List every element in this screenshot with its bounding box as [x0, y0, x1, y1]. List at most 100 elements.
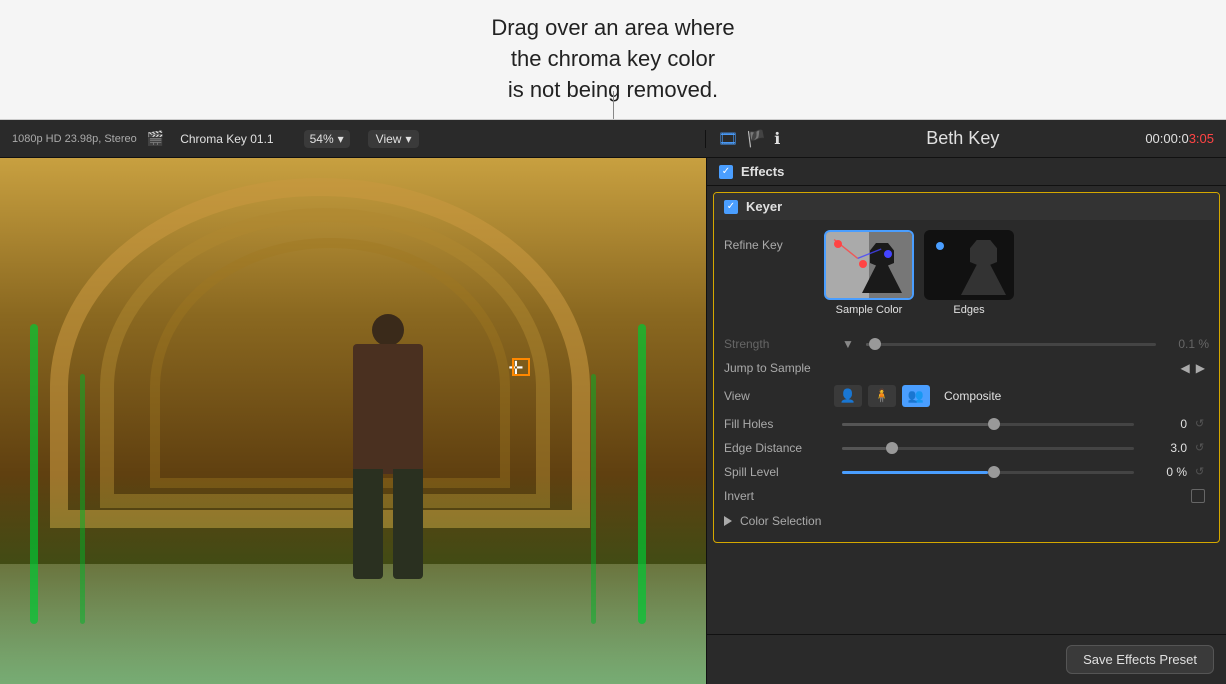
edge-distance-fill	[842, 447, 886, 450]
person-leg-right	[393, 469, 423, 579]
edge-distance-row: Edge Distance 3.0 ↺	[724, 436, 1209, 460]
spill-level-thumb	[988, 466, 1000, 478]
timecode-start: 00:00:0	[1145, 131, 1188, 146]
effects-title: Effects	[741, 164, 784, 179]
keyer-header: ✓ Keyer	[714, 193, 1219, 220]
content-area: ✛ ⊡ ⊹ ⊚ ▶ 00:00:01:09 ⤢	[0, 158, 1226, 684]
strength-icon: ▼	[842, 337, 854, 351]
zoom-level: 54%	[310, 132, 334, 146]
zoom-dropdown-icon: ▾	[338, 132, 344, 146]
edge-distance-slider[interactable]	[842, 447, 1134, 450]
jump-to-sample-row: Jump to Sample ◀ ▶	[724, 356, 1209, 380]
sample-color-container: Sample Color	[824, 230, 914, 316]
strength-value: 0.1 %	[1164, 337, 1209, 351]
invert-row: Invert	[724, 484, 1209, 508]
timecode-end: 3:05	[1189, 131, 1214, 146]
refine-thumbnails: Sample Color Edges	[824, 230, 1014, 316]
selection-box	[512, 358, 530, 376]
view-option-1[interactable]: 👤	[834, 385, 862, 407]
video-preview[interactable]: ✛ ⊡ ⊹ ⊚ ▶ 00:00:01:09 ⤢	[0, 158, 706, 684]
edge-distance-label: Edge Distance	[724, 441, 834, 455]
strength-row: Strength ▼ 0.1 %	[724, 332, 1209, 356]
edges-thumb[interactable]	[924, 230, 1014, 300]
info-icon[interactable]: ℹ	[774, 129, 780, 149]
edges-label: Edges	[953, 304, 984, 316]
fill-holes-thumb	[988, 418, 1000, 430]
person-head	[372, 314, 404, 346]
header-timecode: 00:00:03:05	[1145, 131, 1214, 146]
view-dropdown-icon: ▾	[405, 132, 411, 146]
flag-icon[interactable]: 🏴	[746, 129, 766, 149]
person-body	[353, 344, 423, 474]
view-composite-label: Composite	[944, 389, 1001, 403]
header-left: 1080p HD 23.98p, Stereo 🎬 Chroma Key 01.…	[0, 130, 706, 148]
fill-holes-row: Fill Holes 0 ↺	[724, 412, 1209, 436]
tooltip-line1: Drag over an area where	[491, 15, 734, 40]
bottom-bar: Save Effects Preset	[707, 634, 1226, 684]
sample-lines-svg	[826, 232, 912, 298]
fill-holes-value: 0	[1142, 417, 1187, 431]
edges-silhouette	[961, 240, 1006, 295]
edge-distance-thumb	[886, 442, 898, 454]
spill-level-fill	[842, 471, 988, 474]
person-figure	[338, 314, 438, 584]
tooltip-line2: the chroma key color	[511, 46, 715, 71]
effects-section: ✓ Effects ✓ Keyer Refine Key	[707, 158, 1226, 634]
keyer-title: Keyer	[746, 199, 782, 214]
fill-holes-reset[interactable]: ↺	[1195, 417, 1209, 431]
clip-name: Chroma Key 01.1	[180, 132, 273, 146]
view-row-label: View	[724, 389, 834, 403]
invert-checkbox[interactable]	[1191, 489, 1205, 503]
sample-color-thumb[interactable]	[824, 230, 914, 300]
refine-key-row: Refine Key	[724, 230, 1209, 316]
view-options: 👤 🧍 👥 Composite	[834, 385, 1001, 407]
keyer-section: ✓ Keyer Refine Key	[713, 192, 1220, 543]
keyer-checkbox[interactable]: ✓	[724, 200, 738, 214]
jump-prev[interactable]: ◀	[1181, 361, 1190, 375]
refine-key-label: Refine Key	[724, 230, 814, 252]
spill-level-reset[interactable]: ↺	[1195, 465, 1209, 479]
invert-label: Invert	[724, 489, 834, 503]
strength-thumb	[869, 338, 881, 350]
color-selection-label: Color Selection	[740, 514, 821, 528]
edges-container: Edges	[924, 230, 1014, 316]
sample-color-label: Sample Color	[836, 304, 903, 316]
color-selection-expand-icon	[724, 516, 732, 526]
green-bar-left	[30, 324, 38, 624]
color-selection-row[interactable]: Color Selection	[724, 508, 1209, 532]
video-content: ✛	[0, 158, 706, 684]
panel-icons: 🎞 🏴 ℹ	[718, 129, 780, 149]
jump-arrows: ◀ ▶	[1181, 361, 1209, 375]
green-bar-right2	[591, 374, 596, 624]
spill-level-value: 0 %	[1142, 465, 1187, 479]
spill-level-slider[interactable]	[842, 471, 1134, 474]
clip-info: 1080p HD 23.98p, Stereo	[12, 133, 137, 145]
film-icon[interactable]: 🎞	[718, 129, 738, 149]
green-bar-right	[638, 324, 646, 624]
strength-label: Strength	[724, 337, 834, 351]
view-option-2[interactable]: 🧍	[868, 385, 896, 407]
green-bar-left2	[80, 374, 85, 624]
tooltip-pointer-line	[613, 91, 614, 119]
keyer-body: Refine Key	[714, 220, 1219, 542]
jump-next[interactable]: ▶	[1196, 361, 1205, 375]
strength-slider[interactable]	[866, 343, 1156, 346]
view-option-3[interactable]: 👥	[902, 385, 930, 407]
view-row: View 👤 🧍 👥 Composite	[724, 380, 1209, 412]
fill-holes-slider[interactable]	[842, 423, 1134, 426]
panel-title: Beth Key	[788, 128, 1137, 149]
right-panel: ✓ Effects ✓ Keyer Refine Key	[706, 158, 1226, 684]
effects-header: ✓ Effects	[707, 158, 1226, 186]
view-control[interactable]: View ▾	[368, 130, 420, 148]
header-bar: 1080p HD 23.98p, Stereo 🎬 Chroma Key 01.…	[0, 120, 1226, 158]
save-effects-preset-button[interactable]: Save Effects Preset	[1066, 645, 1214, 674]
person-leg-left	[353, 469, 383, 579]
jump-label: Jump to Sample	[724, 361, 834, 375]
edge-distance-reset[interactable]: ↺	[1195, 441, 1209, 455]
edge-dot	[936, 242, 944, 250]
spill-level-label: Spill Level	[724, 465, 834, 479]
effects-checkbox[interactable]: ✓	[719, 165, 733, 179]
view-label: View	[376, 132, 402, 146]
spill-level-row: Spill Level 0 % ↺	[724, 460, 1209, 484]
zoom-control[interactable]: 54% ▾	[304, 130, 350, 148]
